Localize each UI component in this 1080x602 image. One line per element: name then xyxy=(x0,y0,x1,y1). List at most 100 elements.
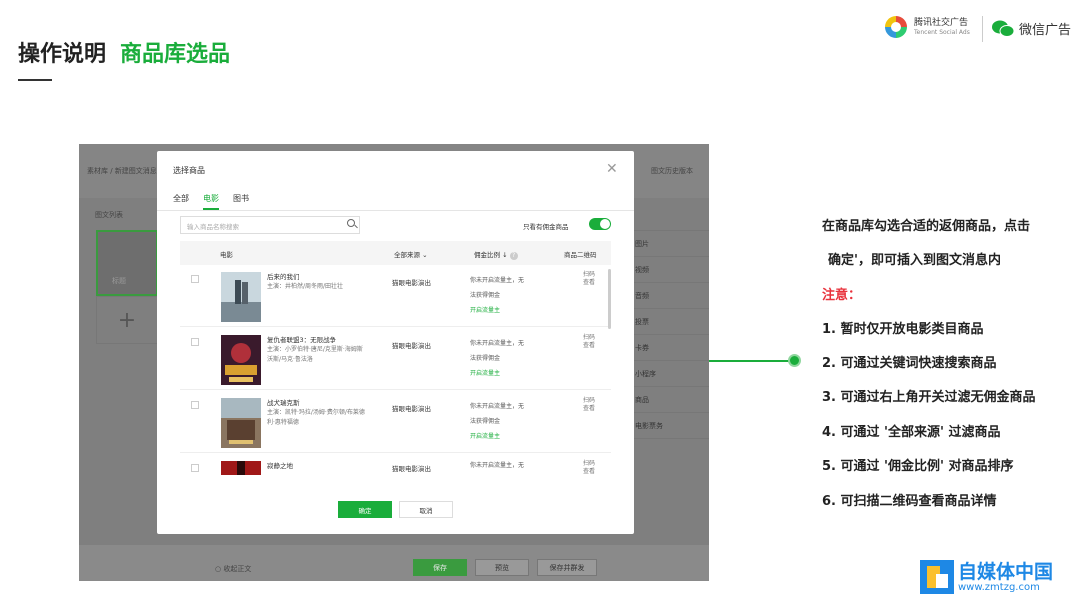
row-checkbox[interactable] xyxy=(191,401,199,409)
enable-traffic-link[interactable]: 开启流量主 xyxy=(470,429,540,444)
collapse-label: 收起正文 xyxy=(223,565,252,573)
movie-poster xyxy=(221,335,261,385)
movie-name: 战犬瑞克斯 xyxy=(267,399,300,407)
col-qr: 商品二维码 xyxy=(564,251,597,259)
commission-filter-toggle[interactable] xyxy=(589,218,611,230)
col-source-label: 全部来源 xyxy=(394,251,420,259)
table-row[interactable]: 寂静之地 猫眼电影演出 你未开启流量主，无 扫码 查看 xyxy=(180,454,611,476)
enable-traffic-link[interactable]: 开启流量主 xyxy=(470,303,540,318)
sidebar-item-miniprogram[interactable]: 小程序 xyxy=(631,361,709,387)
history-link[interactable]: 图文历史版本 xyxy=(651,166,693,176)
note-item: 5. 可通过 '佣金比例' 对商品排序 xyxy=(822,459,1014,474)
wechat-icon xyxy=(992,20,1014,37)
commission-filter-label: 只看有佣金商品 xyxy=(523,223,569,231)
search-icon[interactable] xyxy=(347,219,355,227)
table-row[interactable]: 复仇者联盟3：无限战争 主演：小罗伯特·唐尼/克里斯·海姆斯沃斯/马克·鲁法洛 … xyxy=(180,328,611,390)
qr-code-link[interactable]: 扫码 查看 xyxy=(582,271,596,287)
table-row[interactable]: 战犬瑞克斯 主演：凯特·玛拉/汤姆·费尔顿/布莱德利·惠特福德 猫眼电影演出 你… xyxy=(180,391,611,453)
close-icon[interactable]: ✕ xyxy=(606,161,618,177)
confirm-button[interactable]: 确定 xyxy=(338,501,392,518)
qr-code-link[interactable]: 扫码 查看 xyxy=(582,334,596,350)
qr-code-link[interactable]: 扫码 查看 xyxy=(582,460,596,476)
article-card[interactable]: 标题 xyxy=(96,230,158,296)
wechat-ads-label: 微信广告 xyxy=(1019,23,1072,38)
sidebar-item-vote[interactable]: 投票 xyxy=(631,309,709,335)
sidebar-item-image[interactable]: 图片 xyxy=(631,231,709,257)
instruction-line-1: 在商品库勾选合适的返佣商品，点击 xyxy=(822,219,1031,234)
movie-source: 猫眼电影演出 xyxy=(392,279,431,287)
movie-poster xyxy=(221,272,261,322)
logo-divider xyxy=(982,16,983,42)
movie-poster xyxy=(221,398,261,448)
instruction-line-2: 确定'，即可插入到图文消息内 xyxy=(828,253,1001,268)
cancel-button[interactable]: 取消 xyxy=(399,501,453,518)
sort-down-icon: ↓ xyxy=(502,251,508,259)
movie-poster xyxy=(221,461,261,475)
row-checkbox[interactable] xyxy=(191,275,199,283)
tencent-logo-icon xyxy=(885,16,907,38)
row-checkbox[interactable] xyxy=(191,338,199,346)
commission-text: 你未开启流量主，无 xyxy=(470,277,525,284)
col-commission-label: 佣金比例 xyxy=(474,251,500,259)
sidebar-item-video[interactable]: 视频 xyxy=(631,257,709,283)
tencent-logo-cn: 腾讯社交广告 xyxy=(914,18,969,28)
commission-info: 你未开启流量主，无 法获得佣金 开启流量主 xyxy=(470,399,540,444)
tab-movie[interactable]: 电影 xyxy=(203,193,219,210)
watermark-url: www.zmtzg.com xyxy=(958,581,1040,593)
article-card-label: 标题 xyxy=(112,277,126,285)
preview-button[interactable]: 预览 xyxy=(475,559,529,576)
movie-source: 猫眼电影演出 xyxy=(392,342,431,350)
tencent-logo-en: Tencent Social Ads xyxy=(914,29,970,36)
commission-info: 你未开启流量主，无 法获得佣金开启流量主 xyxy=(470,336,540,381)
note-item: 6. 可扫描二维码查看商品详情 xyxy=(822,494,997,509)
col-commission-sort[interactable]: 佣金比例 ↓ ? xyxy=(474,249,518,260)
breadcrumb: 素材库 / 新建图文消息 xyxy=(87,167,157,175)
title-main: 操作说明 xyxy=(18,42,107,67)
tabs-divider xyxy=(157,210,634,211)
page-title: 操作说明 商品库选品 xyxy=(18,36,230,68)
wechat-ads-logo: 微信广告 xyxy=(992,19,1071,38)
movie-name: 后来的我们 xyxy=(267,273,300,281)
qr-code-link[interactable]: 扫码 查看 xyxy=(582,397,596,413)
tencent-social-ads-logo: 腾讯社交广告 Tencent Social Ads xyxy=(883,14,970,40)
col-source-filter[interactable]: 全部来源 ⌄ xyxy=(394,249,428,259)
title-sub: 商品库选品 xyxy=(120,42,231,67)
save-and-send-button[interactable]: 保存并群发 xyxy=(537,559,597,576)
sidebar-item-product[interactable]: 商品 xyxy=(631,387,709,413)
sidebar-item-audio[interactable]: 音频 xyxy=(631,283,709,309)
save-button[interactable]: 保存 xyxy=(413,559,467,576)
enable-traffic-link[interactable]: 开启流量主 xyxy=(470,366,540,381)
sidebar-item-movie-ticket[interactable]: 电影票务 xyxy=(631,413,709,439)
sidebar-item-coupon[interactable]: 卡券 xyxy=(631,335,709,361)
table-header: 电影 全部来源 ⌄ 佣金比例 ↓ ? 商品二维码 xyxy=(180,241,611,265)
commission-text-2: 法获得佣金 xyxy=(470,418,501,425)
note-label: 注意： xyxy=(822,288,862,303)
title-underline xyxy=(18,79,52,81)
modal-title: 选择商品 xyxy=(173,166,205,175)
help-icon[interactable]: ? xyxy=(509,252,518,260)
movie-cast: 主演：凯特·玛拉/汤姆·费尔顿/布莱德利·惠特福德 xyxy=(267,409,365,426)
table-row[interactable]: 后来的我们 主演：井柏然/周冬雨/田壮壮 猫眼电影演出 你未开启流量主，无 法获得… xyxy=(180,265,611,327)
list-label: 图文列表 xyxy=(95,211,123,219)
collapse-toggle[interactable]: ○ 收起正文 xyxy=(215,564,251,574)
movie-source: 猫眼电影演出 xyxy=(392,405,431,413)
search-input[interactable]: 输入商品名称搜索 xyxy=(180,216,360,234)
select-product-modal: 选择商品 ✕ 全部 电影 图书 输入商品名称搜索 只看有佣金商品 电影 全部来源… xyxy=(157,151,634,534)
scrollbar[interactable] xyxy=(608,269,611,329)
tab-book[interactable]: 图书 xyxy=(233,193,249,210)
watermark-title: 自媒体中国 xyxy=(958,560,1054,583)
commission-text-2: 法获得佣金 xyxy=(470,355,501,362)
breadcrumb-home[interactable]: 素材库 xyxy=(87,167,108,175)
movie-source: 猫眼电影演出 xyxy=(392,465,431,473)
connector-line xyxy=(709,360,796,362)
movie-name: 复仇者联盟3：无限战争 xyxy=(267,336,337,344)
commission-text: 你未开启流量主，无 xyxy=(470,462,525,469)
add-article-icon[interactable]: + xyxy=(96,296,158,344)
insert-sidebar: 图片 视频 音频 投票 卡券 小程序 商品 电影票务 xyxy=(631,230,709,439)
editor-bottom-bar xyxy=(79,545,709,581)
note-item: 1. 暂时仅开放电影类目商品 xyxy=(822,322,984,337)
commission-text: 你未开启流量主，无 xyxy=(470,340,525,347)
row-checkbox[interactable] xyxy=(191,464,199,472)
tab-all[interactable]: 全部 xyxy=(173,193,189,210)
commission-text-2: 法获得佣金 xyxy=(470,292,501,299)
